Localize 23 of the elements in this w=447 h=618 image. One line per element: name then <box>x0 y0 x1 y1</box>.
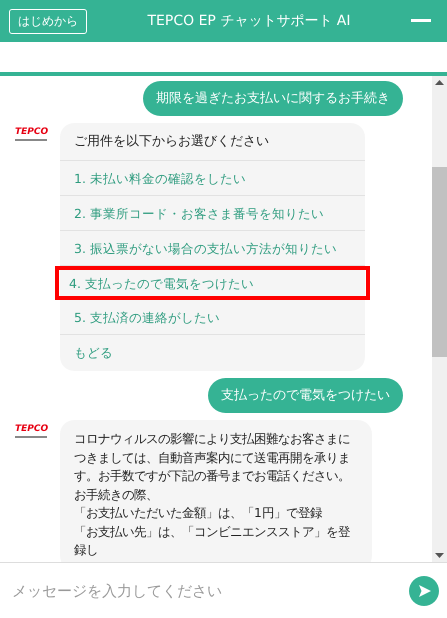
scroll-up-icon[interactable] <box>435 80 444 85</box>
user-message: 支払ったので電気をつけたい <box>208 378 403 413</box>
option-item[interactable]: 2. 事業所コード・お客さま番号を知りたい <box>60 196 365 231</box>
scroll-down-icon[interactable] <box>435 553 444 558</box>
message-paragraph: 「お支払いただいた金額」は、「1円」で登録 <box>74 505 323 522</box>
window-title: TEPCO EP チャットサポート AI <box>146 12 352 30</box>
logo: TEPCO <box>15 424 49 438</box>
send-icon[interactable] <box>409 576 439 606</box>
message-input[interactable]: メッセージを入力してください <box>10 580 409 600</box>
message-paragraph: コロナウィルスの影響により支払困難なお客さまにつきましては、自動音声案内にて送電再開を承ります。お手数ですが下記の番号までお電話ください。 <box>74 431 351 485</box>
logo: TEPCO <box>15 127 49 141</box>
option-item[interactable]: 3. 振込票がない場合の支払い方法が知りたい <box>60 231 365 266</box>
restart-button[interactable]: はじめから <box>9 8 87 34</box>
minimize-icon[interactable] <box>411 19 431 23</box>
option-item[interactable]: 4. 支払ったので電気をつけたい <box>55 266 370 300</box>
menu-prompt: ご用件を以下からお選びください <box>60 123 365 161</box>
option-item[interactable]: 1. 未払い料金の確認をしたい <box>60 161 365 196</box>
message-paragraph: お手続きの際、 <box>74 486 159 504</box>
scrollbar[interactable] <box>432 76 447 562</box>
message-paragraph: 「お支払い先」は、「コンビニエンスストア」を登録し <box>74 524 351 559</box>
option-item[interactable]: 5. 支払済の連絡がしたい <box>60 300 365 335</box>
user-message: 期限を過ぎたお支払いに関するお手続き <box>143 81 403 116</box>
option-item[interactable]: もどる <box>60 335 365 371</box>
